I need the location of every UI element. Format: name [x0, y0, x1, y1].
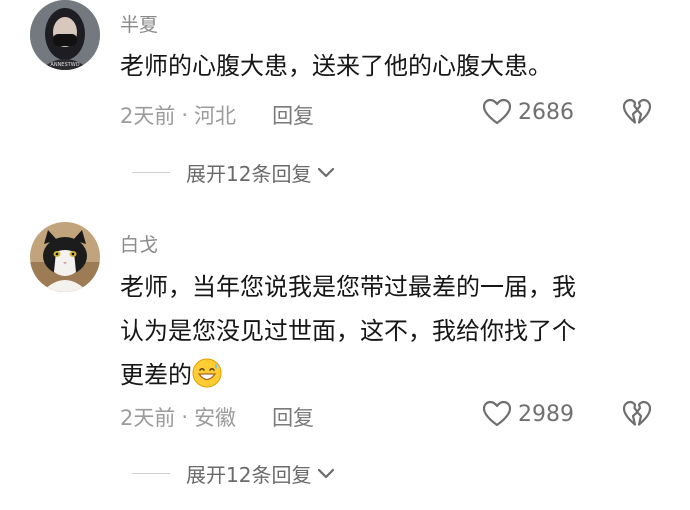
separator-dot: · [181, 103, 189, 127]
location: 河北 [194, 104, 237, 128]
chevron-down-icon [318, 468, 335, 478]
comment-meta: 2天前 · 安徽 回复 [120, 402, 314, 432]
heart-icon [482, 98, 512, 125]
avatar[interactable]: ANNESTWO [30, 0, 100, 70]
comment-text-line: 更差的 [120, 353, 665, 397]
comment-text-fragment: 更差的 [120, 361, 192, 389]
timestamp: 2天前 [120, 104, 176, 128]
expand-replies-button[interactable]: 展开12条回复 [132, 459, 335, 488]
heart-icon [482, 400, 512, 427]
reply-button[interactable]: 回复 [272, 100, 314, 130]
grinning-sweat-emoji-icon [192, 358, 222, 388]
like-button[interactable]: 2686 [482, 98, 574, 126]
separator-dot: · [181, 405, 189, 429]
comment-text-line: 认为是您没见过世面，这不，我给你找了个 [120, 317, 576, 345]
location: 安徽 [194, 406, 237, 430]
username[interactable]: 白戈 [120, 230, 158, 257]
comment-text: 老师的心腹大患，送来了他的心腹大患。 [120, 52, 552, 80]
cat-avatar-icon [30, 222, 100, 292]
like-button[interactable]: 2989 [482, 400, 574, 428]
expand-replies-label: 展开12条回复 [186, 463, 312, 487]
divider-line [132, 473, 170, 474]
broken-heart-icon [622, 400, 652, 426]
username[interactable]: 半夏 [120, 10, 158, 37]
like-count: 2686 [518, 99, 574, 125]
woman-masked-avatar-icon: ANNESTWO [30, 0, 100, 70]
dislike-button[interactable] [622, 98, 652, 130]
like-count: 2989 [518, 401, 574, 427]
comment-text-line: 老师，当年您说我是您带过最差的一届，我 [120, 273, 576, 301]
chevron-down-icon [318, 167, 335, 177]
avatar[interactable] [30, 222, 100, 292]
timestamp: 2天前 [120, 406, 176, 430]
expand-replies-button[interactable]: 展开12条回复 [132, 158, 335, 187]
comment-text: 老师，当年您说我是您带过最差的一届，我 认为是您没见过世面，这不，我给你找了个 … [120, 265, 665, 397]
broken-heart-icon [622, 98, 652, 124]
reply-button[interactable]: 回复 [272, 402, 314, 432]
comment-meta: 2天前 · 河北 回复 [120, 100, 314, 130]
dislike-button[interactable] [622, 400, 652, 432]
svg-text:ANNESTWO: ANNESTWO [50, 62, 79, 68]
expand-replies-label: 展开12条回复 [186, 162, 312, 186]
divider-line [132, 172, 170, 173]
